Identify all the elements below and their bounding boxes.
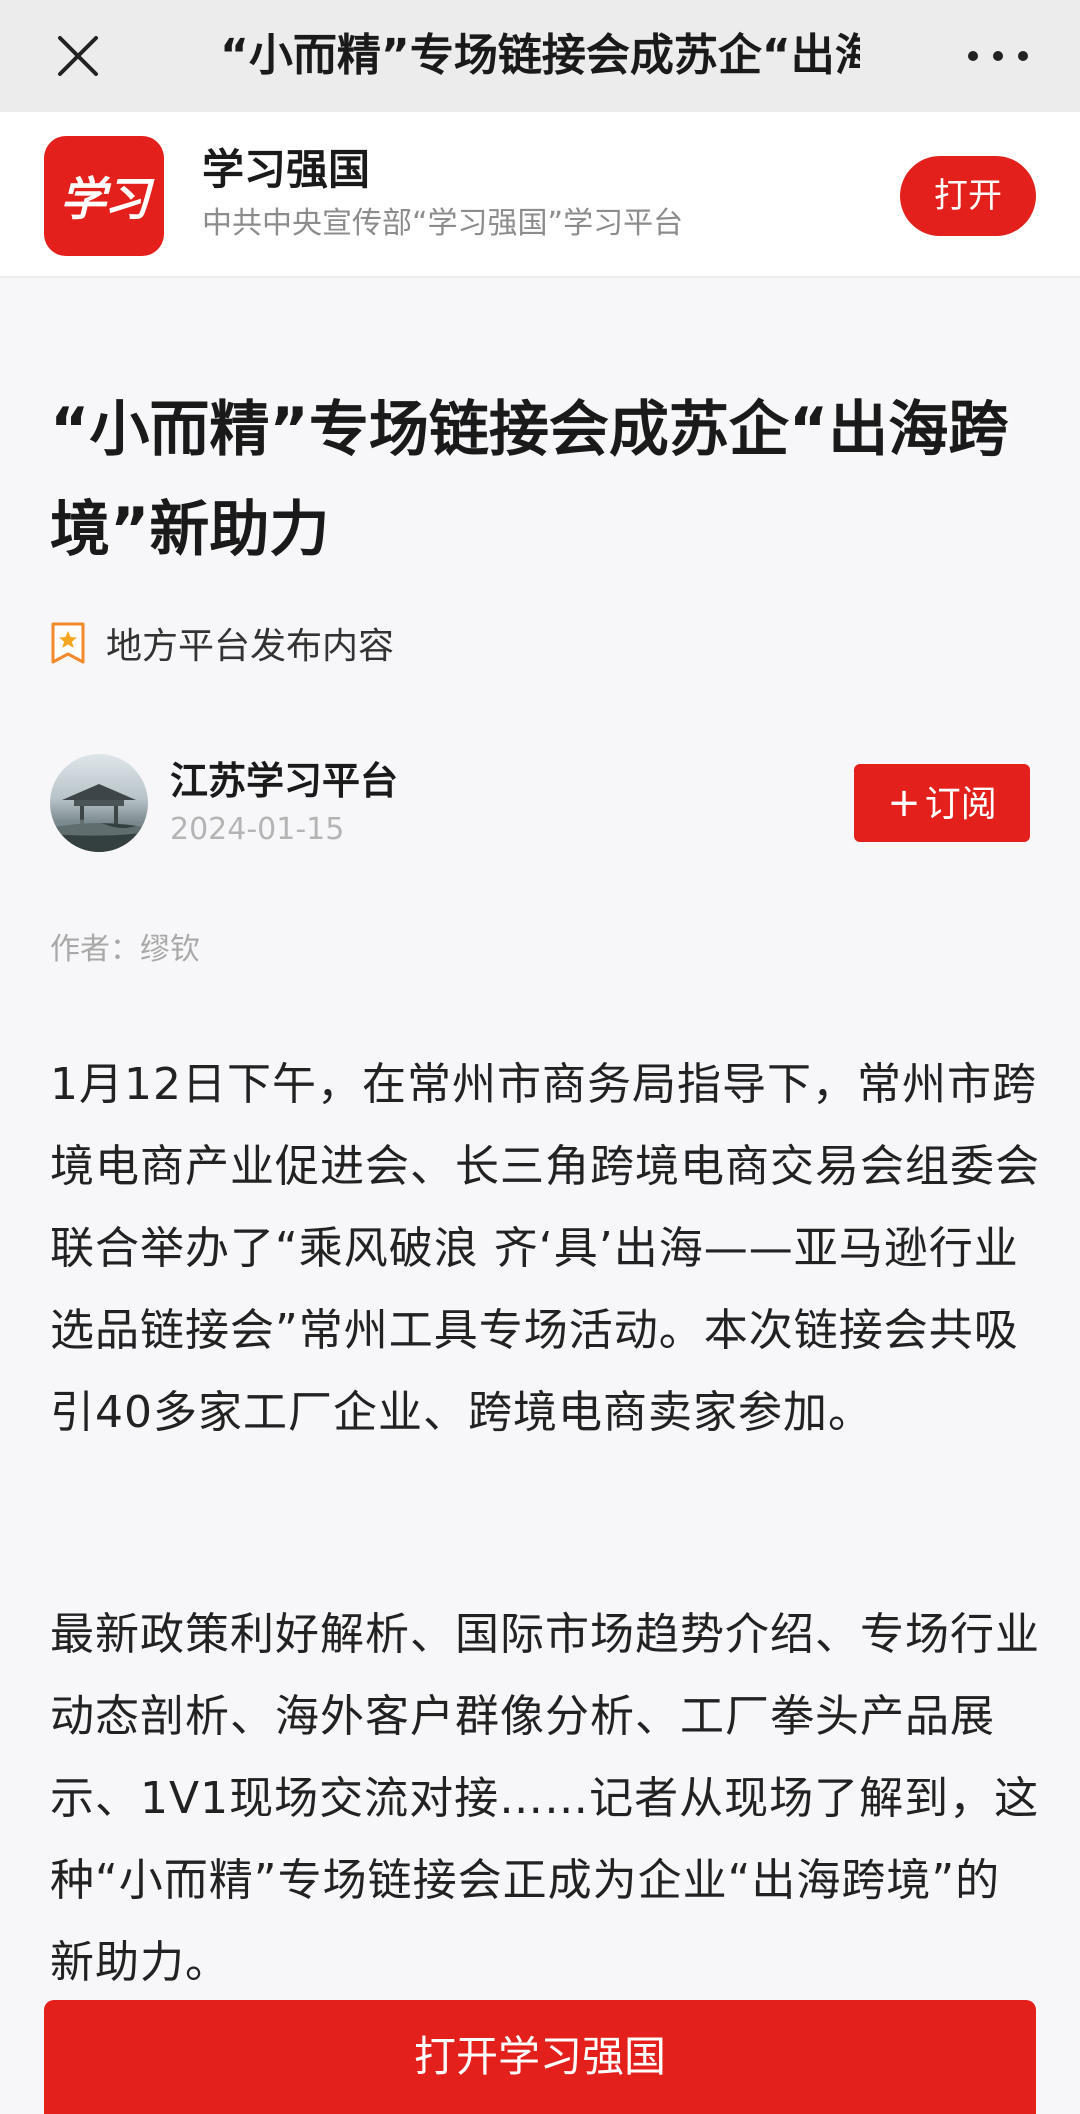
app-logo-text: 学习 <box>60 172 150 226</box>
plus-icon: + <box>887 780 921 826</box>
open-app-cta-button[interactable]: 打开学习强国 <box>44 2000 1036 2114</box>
open-app-button[interactable]: 打开 <box>900 156 1036 236</box>
top-nav-bar: “小而精”专场链接会成苏企“出海跨境”新助力 <box>0 0 1080 112</box>
article-title: “小而精”专场链接会成苏企“出海跨境”新助力 <box>50 395 1009 565</box>
publish-date: 2024-01-15 <box>170 812 345 847</box>
more-dots-icon <box>993 51 1003 61</box>
more-dots-icon <box>1018 51 1028 61</box>
app-description: 中共中央宣传部“学习强国”学习平台 <box>202 206 684 241</box>
more-options-button[interactable] <box>968 44 1028 68</box>
platform-tag: 地方平台发布内容 <box>50 618 394 668</box>
app-logo[interactable]: 学习 <box>44 136 164 256</box>
article-paragraph: 最新政策利好解析、国际市场趋势介绍、专场行业动态剖析、海外客户群像分析、工厂拳头… <box>50 1609 1040 1988</box>
more-dots-icon <box>968 51 978 61</box>
article-paragraph: 1月12日下午，在常州市商务局指导下，常州市跨境电商产业促进会、长三角跨境电商交… <box>50 1059 1040 1438</box>
author-line: 作者：缪钦 <box>50 932 200 967</box>
subscribe-label: 订阅 <box>924 784 997 825</box>
subscribe-button[interactable]: + 订阅 <box>854 764 1030 842</box>
bookmark-star-icon <box>50 621 86 665</box>
close-icon <box>58 36 98 76</box>
close-button[interactable] <box>52 30 104 82</box>
app-promo-banner: 学习 学习强国 中共中央宣传部“学习强国”学习平台 打开 <box>0 112 1080 278</box>
app-name: 学习强国 <box>202 145 371 194</box>
nav-title: “小而精”专场链接会成苏企“出海跨境”新助力 <box>220 30 860 81</box>
source-avatar[interactable] <box>50 754 148 852</box>
source-name[interactable]: 江苏学习平台 <box>170 756 398 806</box>
platform-tag-label: 地方平台发布内容 <box>106 626 395 667</box>
